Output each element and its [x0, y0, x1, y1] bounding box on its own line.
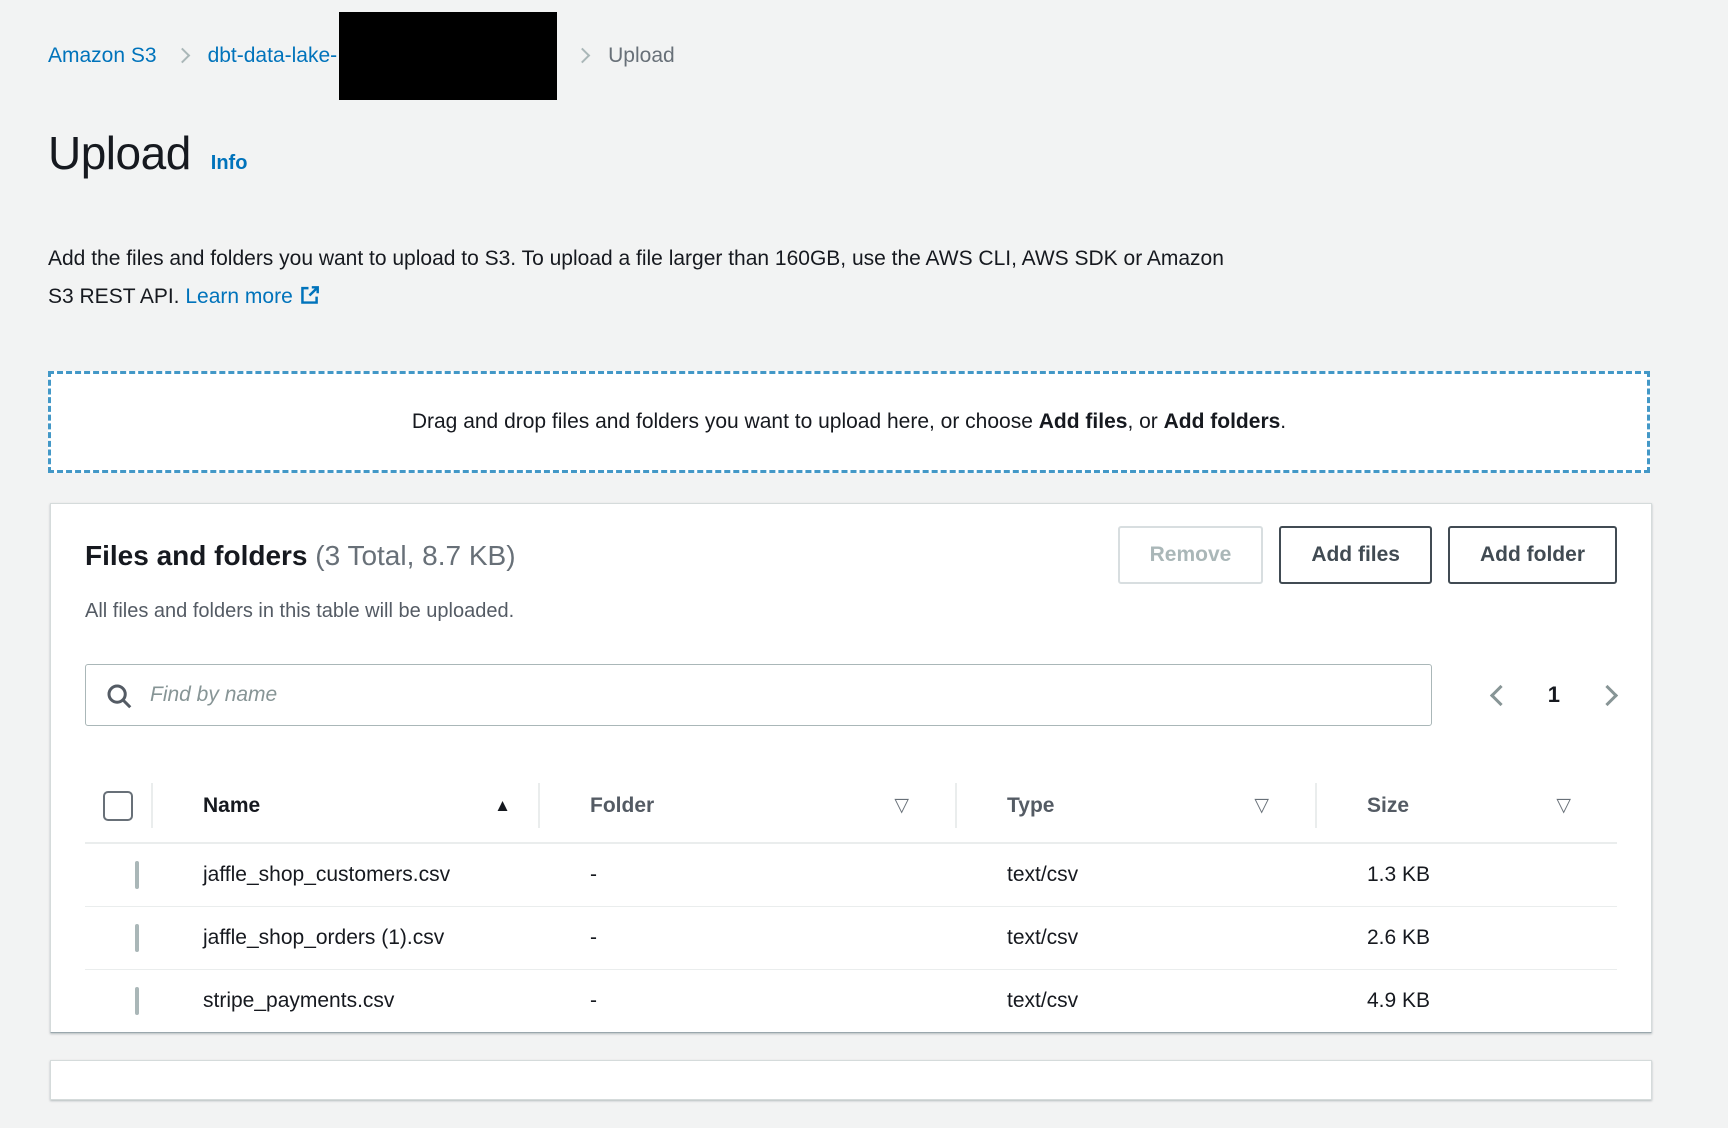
pagination: 1	[1493, 682, 1617, 708]
page-title: Upload	[48, 122, 191, 184]
table-row: jaffle_shop_customers.csv - text/csv 1.3…	[85, 844, 1617, 907]
row-checkbox[interactable]	[135, 924, 139, 952]
breadcrumb-chevron-icon	[575, 48, 591, 64]
breadcrumb-link-bucket[interactable]: dbt-data-lake-	[208, 44, 338, 67]
files-table: Name ▲ Folder ▽ Type ▽ Size ▽ jaffle_shop_cu…	[51, 769, 1651, 1032]
filter-icon[interactable]: ▽	[1556, 794, 1571, 817]
file-name-cell: stripe_payments.csv	[151, 970, 538, 1032]
file-type-cell: text/csv	[955, 844, 1315, 906]
breadcrumb-current-page: Upload	[608, 44, 675, 67]
prev-page-icon[interactable]	[1490, 684, 1511, 705]
current-page-number[interactable]: 1	[1542, 682, 1566, 708]
files-and-folders-panel: Files and folders (3 Total, 8.7 KB) All …	[50, 503, 1652, 1033]
file-type-cell: text/csv	[955, 970, 1315, 1032]
panel-title: Files and folders (3 Total, 8.7 KB)	[85, 538, 516, 574]
column-header-type[interactable]: Type ▽	[955, 769, 1315, 842]
file-name-cell: jaffle_shop_orders (1).csv	[151, 907, 538, 969]
file-name-cell: jaffle_shop_customers.csv	[151, 844, 538, 906]
page-header: Upload Info	[48, 122, 1680, 184]
column-header-size[interactable]: Size ▽	[1315, 769, 1617, 842]
info-link[interactable]: Info	[211, 152, 248, 175]
search-box	[85, 664, 1432, 726]
panel-header: Files and folders (3 Total, 8.7 KB) All …	[51, 504, 1651, 624]
filter-icon[interactable]: ▽	[1254, 794, 1269, 817]
s3-upload-page: Amazon S3 dbt-data-lake- Upload Upload Inf…	[0, 0, 1728, 1128]
column-header-folder[interactable]: Folder ▽	[538, 769, 955, 842]
panel-actions: Remove Add files Add folder	[1118, 526, 1617, 584]
learn-more-link[interactable]: Learn more	[185, 285, 320, 308]
panel-count-summary: (3 Total, 8.7 KB)	[315, 540, 515, 571]
file-size-cell: 1.3 KB	[1315, 844, 1617, 906]
row-select-cell	[85, 908, 157, 968]
column-header-name[interactable]: Name ▲	[151, 769, 538, 842]
select-all-checkbox[interactable]	[103, 791, 133, 821]
select-all-cell	[85, 769, 151, 842]
table-row: jaffle_shop_orders (1).csv - text/csv 2.…	[85, 907, 1617, 970]
redacted-bucket-name	[339, 12, 557, 100]
panel-subtitle: All files and folders in this table will…	[85, 598, 516, 624]
file-folder-cell: -	[538, 907, 955, 969]
breadcrumb-link-amazon-s3[interactable]: Amazon S3	[48, 44, 157, 67]
file-type-cell: text/csv	[955, 907, 1315, 969]
next-page-icon[interactable]	[1597, 684, 1618, 705]
learn-more-label: Learn more	[185, 285, 292, 308]
file-size-cell: 2.6 KB	[1315, 907, 1617, 969]
row-select-cell	[85, 845, 157, 905]
description-line-2: S3 REST API.	[48, 285, 180, 308]
add-files-button[interactable]: Add files	[1279, 526, 1432, 584]
row-checkbox[interactable]	[135, 861, 139, 889]
file-size-cell: 4.9 KB	[1315, 970, 1617, 1032]
breadcrumb: Amazon S3 dbt-data-lake- Upload	[48, 42, 1680, 70]
table-header-row: Name ▲ Folder ▽ Type ▽ Size ▽	[85, 769, 1617, 844]
page-description: Add the files and folders you want to up…	[48, 240, 1680, 316]
description-line-1: Add the files and folders you want to up…	[48, 247, 1224, 270]
row-checkbox[interactable]	[135, 987, 139, 1015]
filter-icon[interactable]: ▽	[894, 794, 909, 817]
remove-button[interactable]: Remove	[1118, 526, 1264, 584]
table-toolbar: 1	[85, 664, 1617, 726]
column-label: Folder	[590, 794, 654, 818]
external-link-icon	[299, 284, 321, 306]
file-folder-cell: -	[538, 970, 955, 1032]
column-label: Size	[1367, 794, 1409, 818]
sort-ascending-icon[interactable]: ▲	[494, 796, 511, 816]
row-select-cell	[85, 971, 157, 1031]
search-input[interactable]	[85, 664, 1432, 726]
dropzone-text: Drag and drop files and folders you want…	[412, 410, 1286, 434]
file-folder-cell: -	[538, 844, 955, 906]
add-folder-button[interactable]: Add folder	[1448, 526, 1617, 584]
table-row: stripe_payments.csv - text/csv 4.9 KB	[85, 970, 1617, 1032]
dropzone[interactable]: Drag and drop files and folders you want…	[48, 371, 1650, 473]
column-label: Name	[203, 794, 260, 818]
next-section-edge	[50, 1060, 1652, 1100]
column-label: Type	[1007, 794, 1054, 818]
breadcrumb-chevron-icon	[174, 48, 190, 64]
